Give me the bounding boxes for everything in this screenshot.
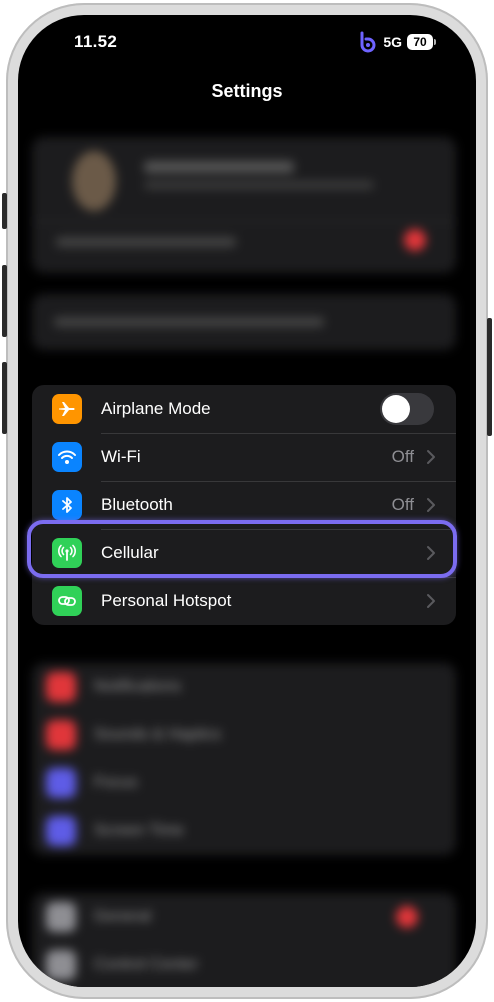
status-time: 11.52 [74, 32, 118, 51]
airplane-icon [52, 394, 82, 424]
account-group-blurred [32, 137, 456, 273]
bluetooth-status-value: Off [391, 495, 414, 514]
carrier-logo-icon [360, 31, 376, 53]
side-button [487, 318, 492, 436]
wifi-icon [52, 442, 82, 472]
status-indicators: 5G 70 [358, 31, 436, 53]
suggestion-group-blurred [32, 294, 456, 350]
airplane-mode-toggle[interactable] [380, 393, 434, 425]
chevron-right-icon [427, 498, 435, 512]
airplane-mode-row[interactable]: Airplane Mode [32, 385, 456, 433]
network-type: 5G [383, 34, 402, 50]
chevron-right-icon [427, 594, 435, 608]
phone-screen: 11.52 5G 70 Settings Airplane Mode Wi-Fi… [18, 15, 476, 987]
wifi-status-value: Off [391, 447, 414, 466]
battery-level: 70 [407, 34, 433, 50]
volume-down-button [2, 362, 7, 434]
volume-up-button [2, 265, 7, 337]
personal-hotspot-row[interactable]: Personal Hotspot [32, 577, 456, 625]
page-title: Settings [211, 81, 283, 101]
airplane-mode-label: Airplane Mode [101, 399, 211, 418]
wifi-label: Wi-Fi [101, 447, 141, 466]
personal-hotspot-label: Personal Hotspot [101, 591, 232, 610]
bluetooth-label: Bluetooth [101, 495, 173, 514]
hotspot-link-icon [52, 586, 82, 616]
notifications-group-blurred: Notifications Sounds & Haptics Focus Scr… [32, 663, 456, 855]
battery-icon: 70 [407, 34, 436, 50]
connectivity-settings-group: Airplane Mode Wi-Fi Off Bluetooth Off Ce… [32, 385, 456, 625]
cellular-highlight-outline [27, 520, 457, 578]
bluetooth-icon [52, 490, 82, 520]
general-group-blurred: General Control Center [32, 893, 456, 987]
chevron-right-icon [427, 450, 435, 464]
wifi-row[interactable]: Wi-Fi Off [32, 433, 456, 481]
toggle-knob [382, 395, 410, 423]
action-button [2, 193, 7, 229]
